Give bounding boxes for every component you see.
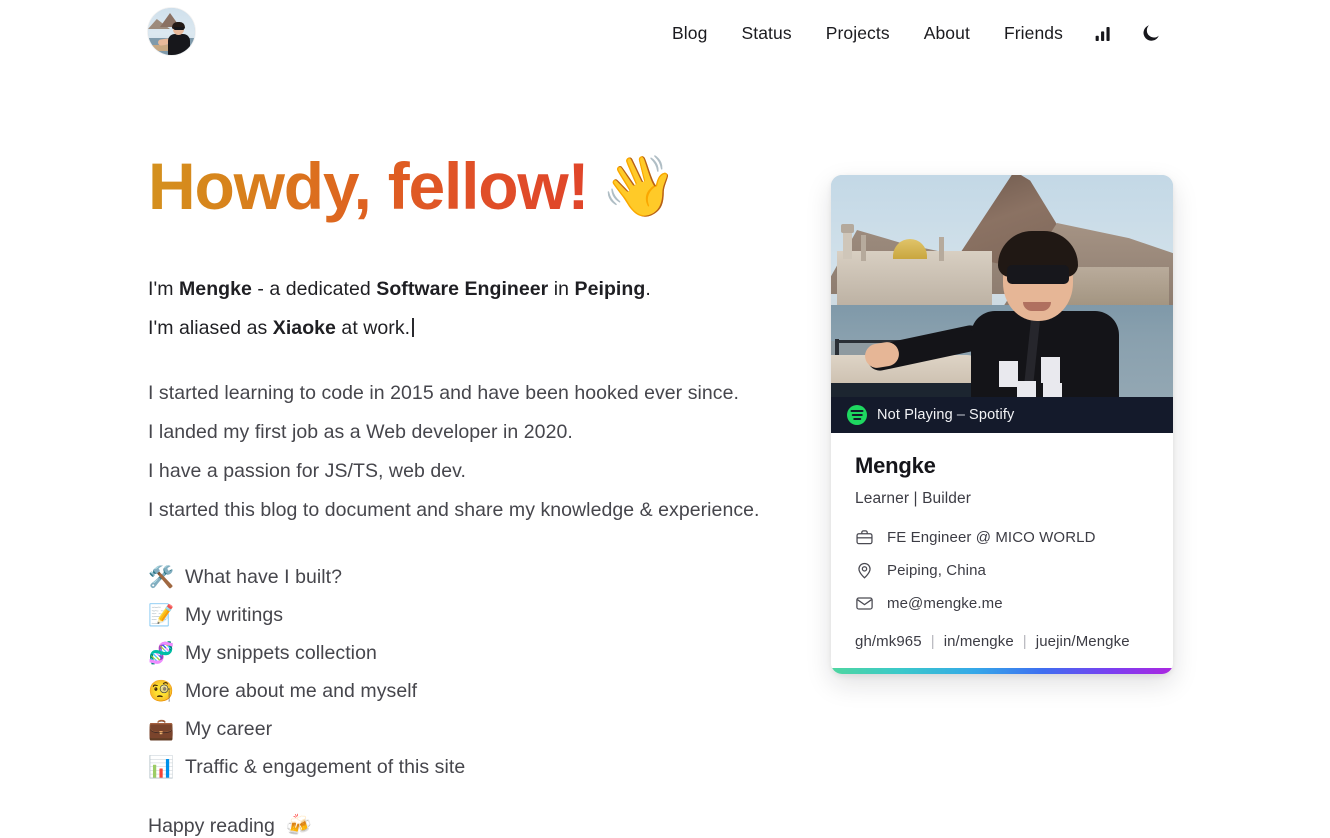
intro-period: . [645, 278, 651, 300]
avatar-home-link[interactable] [148, 8, 195, 55]
intro-place: Peiping [574, 278, 646, 300]
intro-paragraph: I'm Mengke - a dedicated Software Engine… [148, 270, 768, 348]
intro-name: Mengke [179, 278, 252, 300]
link-career[interactable]: 💼 My career [148, 710, 768, 748]
spotify-dash: – [956, 407, 966, 423]
analytics-button[interactable] [1080, 23, 1127, 44]
nav-projects[interactable]: Projects [809, 23, 907, 44]
meta-row-email[interactable]: me@mengke.me [855, 594, 1149, 613]
bio-line: I started this blog to document and shar… [148, 499, 760, 521]
social-separator: | [930, 633, 935, 650]
link-label: My career [185, 717, 273, 740]
alias-name: Xiaoke [272, 317, 336, 339]
briefcase-emoji-icon: 💼 [148, 717, 175, 741]
meta-job-text: FE Engineer @ MICO WORLD [887, 529, 1096, 546]
profile-card-body: Mengke Learner | Builder FE Engineer @ M… [831, 433, 1173, 668]
spotify-status-text: Not Playing – Spotify [877, 407, 1014, 423]
profile-meta-list: FE Engineer @ MICO WORLD Peiping, China … [855, 528, 1149, 613]
main-content: Howdy, fellow! 👋 I'm Mengke - a dedicate… [148, 148, 768, 838]
social-separator: | [1022, 633, 1027, 650]
intro-in: in [548, 278, 575, 300]
clinking-beer-mugs-icon: 🍻 [285, 814, 312, 837]
intro-prefix: I'm [148, 278, 180, 300]
bio-line: I landed my first job as a Web developer… [148, 421, 573, 443]
profile-tagline: Learner | Builder [855, 490, 972, 507]
spotify-status: Not Playing [877, 407, 953, 423]
profile-name: Mengke [855, 453, 936, 478]
briefcase-icon [856, 530, 873, 545]
bio-paragraph: I started learning to code in 2015 and h… [148, 374, 768, 530]
link-snippets[interactable]: 🧬 My snippets collection [148, 634, 768, 672]
nav-about[interactable]: About [907, 23, 987, 44]
meta-email-text: me@mengke.me [887, 595, 1003, 612]
page-title: Howdy, fellow! [148, 149, 590, 223]
avatar [148, 8, 195, 55]
bar-chart-icon [1095, 26, 1110, 41]
alias-prefix: I'm aliased as [148, 317, 273, 339]
memo-icon: 📝 [148, 603, 175, 627]
hero-heading-row: Howdy, fellow! 👋 [148, 148, 768, 246]
social-link-github[interactable]: gh/mk965 [855, 633, 922, 650]
spotify-service: Spotify [969, 407, 1015, 423]
alias-suffix: at work. [335, 317, 411, 339]
waving-hand-icon: 👋 [599, 148, 681, 223]
intro-role: Software Engineer [376, 278, 549, 300]
nav-friends[interactable]: Friends [987, 23, 1080, 44]
hammer-and-wrench-icon: 🛠️ [148, 565, 175, 589]
dna-icon: 🧬 [148, 641, 175, 665]
nav-status[interactable]: Status [724, 23, 808, 44]
bio-line: I have a passion for JS/TS, web dev. [148, 460, 466, 482]
main-navigation: Blog Status Projects About Friends [655, 0, 1175, 66]
moon-icon [1143, 25, 1159, 41]
bio-line: I started learning to code in 2015 and h… [148, 382, 739, 404]
envelope-icon [856, 597, 873, 610]
site-header: Blog Status Projects About Friends [0, 0, 1330, 66]
link-label: More about me and myself [185, 679, 418, 702]
link-projects[interactable]: 🛠️ What have I built? [148, 558, 768, 596]
meta-row-job: FE Engineer @ MICO WORLD [855, 528, 1149, 547]
typing-caret [412, 318, 414, 337]
social-link-linkedin[interactable]: in/mengke [944, 633, 1014, 650]
nav-blog[interactable]: Blog [655, 23, 724, 44]
face-with-monocle-icon: 🧐 [148, 679, 175, 703]
link-label: My writings [185, 603, 284, 626]
social-links: gh/mk965 | in/mengke | juejin/Mengke [855, 633, 1149, 650]
link-about[interactable]: 🧐 More about me and myself [148, 672, 768, 710]
happy-reading-text: Happy reading [148, 814, 275, 837]
happy-reading-note: Happy reading 🍻 [148, 814, 768, 838]
social-link-juejin[interactable]: juejin/Mengke [1036, 633, 1130, 650]
theme-toggle-button[interactable] [1127, 22, 1175, 44]
link-label: Traffic & engagement of this site [185, 755, 466, 778]
location-pin-icon [858, 562, 871, 579]
meta-location-text: Peiping, China [887, 562, 986, 579]
profile-card: Not Playing – Spotify Mengke Learner | Bui… [831, 175, 1173, 674]
quick-links-list: 🛠️ What have I built? 📝 My writings 🧬 My… [148, 558, 768, 786]
link-writings[interactable]: 📝 My writings [148, 596, 768, 634]
spotify-now-playing-bar[interactable]: Not Playing – Spotify [831, 397, 1173, 433]
spotify-icon [847, 405, 867, 425]
link-analytics[interactable]: 📊 Traffic & engagement of this site [148, 748, 768, 786]
card-gradient-stripe [831, 668, 1173, 674]
link-label: What have I built? [185, 565, 342, 588]
intro-mid: - a dedicated [251, 278, 377, 300]
profile-photo [831, 175, 1173, 397]
bar-chart-emoji-icon: 📊 [148, 755, 175, 779]
meta-row-location: Peiping, China [855, 561, 1149, 580]
link-label: My snippets collection [185, 641, 377, 664]
